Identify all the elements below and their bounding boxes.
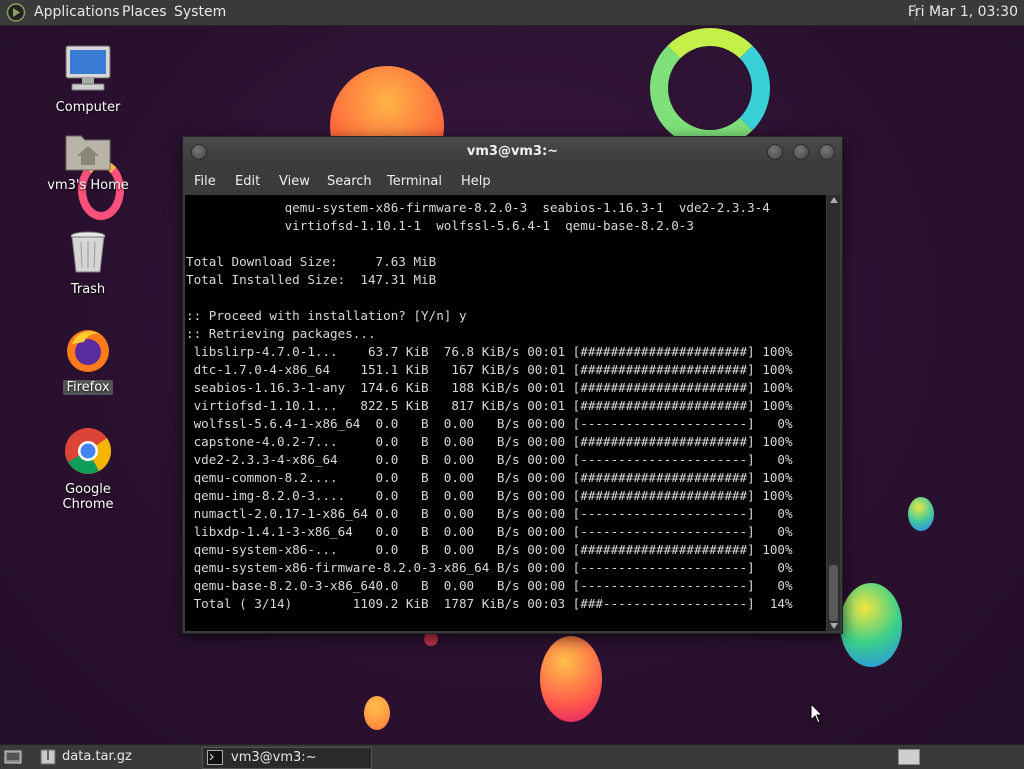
desktop-icon-label: Trash: [70, 282, 106, 297]
terminal-line: Total Installed Size: 147.31 MiB: [186, 272, 437, 287]
window-title: vm3@vm3:~: [466, 144, 559, 159]
distro-logo-icon[interactable]: [6, 3, 26, 22]
terminal-line: qemu-system-x86-firmware-8.2.0-3-x86_64 …: [193, 560, 793, 575]
desktop-icon-computer[interactable]: Computer: [38, 44, 138, 115]
mouse-cursor-icon: [810, 703, 824, 724]
menu-file[interactable]: File: [194, 174, 216, 189]
chrome-icon: [65, 428, 112, 474]
close-button[interactable]: [819, 144, 835, 160]
taskbar-item-label: vm3@vm3:~: [231, 750, 317, 765]
window-titlebar[interactable]: vm3@vm3:~: [183, 137, 842, 167]
terminal-text: qemu-system-x86-firmware-8.2.0-3 seabios…: [185, 195, 826, 613]
wallpaper-blob: [364, 696, 390, 730]
menu-terminal[interactable]: Terminal: [387, 174, 442, 189]
menu-search[interactable]: Search: [327, 174, 372, 189]
terminal-line: :: Retrieving packages...: [186, 326, 376, 341]
scroll-up-arrow-icon[interactable]: [830, 197, 838, 203]
terminal-line: virtiofsd-1.10.1... 822.5 KiB 817 KiB/s …: [193, 398, 793, 413]
maximize-button[interactable]: [793, 144, 809, 160]
terminal-line: seabios-1.16.3-1-any 174.6 KiB 188 KiB/s…: [193, 380, 793, 395]
terminal-line: Total Download Size: 7.63 MiB: [186, 254, 437, 269]
wallpaper-blob: [908, 497, 934, 531]
terminal-window[interactable]: vm3@vm3:~ File Edit View Search Terminal…: [182, 136, 843, 634]
wallpaper-blob: [424, 632, 438, 646]
taskbar-item-terminal[interactable]: vm3@vm3:~: [202, 747, 372, 769]
desktop-icon-label: Computer: [55, 100, 121, 115]
taskbar-item-label: data.tar.gz: [62, 749, 132, 764]
wallpaper-blob: [840, 583, 902, 667]
scroll-down-arrow-icon[interactable]: [830, 623, 838, 629]
taskbar-item-archive[interactable]: data.tar.gz: [36, 747, 196, 767]
terminal-line: Total ( 3/14) 1109.2 KiB 1787 KiB/s 00:0…: [193, 596, 793, 611]
terminal-line: dtc-1.7.0-4-x86_64 151.1 KiB 167 KiB/s 0…: [193, 362, 793, 377]
terminal-icon: [207, 750, 223, 765]
desktop-icon-label: Google Chrome: [62, 482, 114, 512]
terminal-line: virtiofsd-1.10.1-1 wolfssl-5.6.4-1 qemu-…: [284, 218, 694, 233]
terminal-menubar: File Edit View Search Terminal Help: [183, 170, 842, 194]
terminal-output[interactable]: qemu-system-x86-firmware-8.2.0-3 seabios…: [185, 195, 826, 631]
archive-icon: [40, 749, 56, 765]
desktop-icon-home[interactable]: vm3's Home: [38, 130, 138, 193]
terminal-line: wolfssl-5.6.4-1-x86_64 0.0 B 0.00 B/s 00…: [193, 416, 793, 431]
desktop-icon-firefox[interactable]: Firefox: [38, 326, 138, 395]
terminal-line: qemu-common-8.2.... 0.0 B 0.00 B/s 00:00…: [193, 470, 793, 485]
home-folder-icon: [65, 135, 111, 171]
terminal-line: :: Proceed with installation? [Y/n] y: [186, 308, 467, 323]
workspace-switcher[interactable]: [898, 749, 920, 765]
scrollbar-thumb[interactable]: [829, 565, 838, 621]
places-menu[interactable]: Places: [122, 4, 167, 20]
terminal-line: numactl-2.0.17-1-x86_64 0.0 B 0.00 B/s 0…: [193, 506, 793, 521]
terminal-line: qemu-system-x86-firmware-8.2.0-3 seabios…: [284, 200, 770, 215]
trash-icon: [70, 231, 106, 273]
terminal-scrollbar[interactable]: [827, 195, 840, 631]
menu-help[interactable]: Help: [461, 174, 491, 189]
terminal-line: qemu-system-x86-... 0.0 B 0.00 B/s 00:00…: [193, 542, 793, 557]
terminal-line: capstone-4.0.2-7... 0.0 B 0.00 B/s 00:00…: [193, 434, 793, 449]
menu-view[interactable]: View: [279, 174, 310, 189]
computer-icon: [65, 45, 111, 91]
wallpaper-ring: [650, 28, 770, 148]
desktop-icon-label: vm3's Home: [47, 178, 129, 193]
desktop-icon-chrome[interactable]: Google Chrome: [38, 426, 138, 512]
terminal-line: qemu-img-8.2.0-3.... 0.0 B 0.00 B/s 00:0…: [193, 488, 793, 503]
clock[interactable]: Fri Mar 1, 03:30: [908, 4, 1018, 20]
terminal-line: qemu-base-8.2.0-3-x86_640.0 B 0.00 B/s 0…: [193, 578, 793, 593]
show-desktop-icon[interactable]: [4, 749, 22, 765]
terminal-line: libxdp-1.4.1-3-x86_64 0.0 B 0.00 B/s 00:…: [193, 524, 793, 539]
system-menu[interactable]: System: [174, 4, 226, 20]
top-panel: Applications Places System Fri Mar 1, 03…: [0, 0, 1024, 26]
applications-menu[interactable]: Applications: [34, 4, 120, 20]
terminal-line: libslirp-4.7.0-1... 63.7 KiB 76.8 KiB/s …: [193, 344, 793, 359]
bottom-panel: data.tar.gz vm3@vm3:~: [0, 744, 1024, 769]
minimize-button[interactable]: [767, 144, 783, 160]
firefox-icon: [67, 330, 109, 372]
wallpaper-blob: [540, 636, 602, 722]
desktop-icon-label: Firefox: [63, 380, 113, 395]
desktop-icon-trash[interactable]: Trash: [38, 230, 138, 297]
terminal-line: vde2-2.3.3-4-x86_64 0.0 B 0.00 B/s 00:00…: [193, 452, 793, 467]
menu-edit[interactable]: Edit: [235, 174, 260, 189]
